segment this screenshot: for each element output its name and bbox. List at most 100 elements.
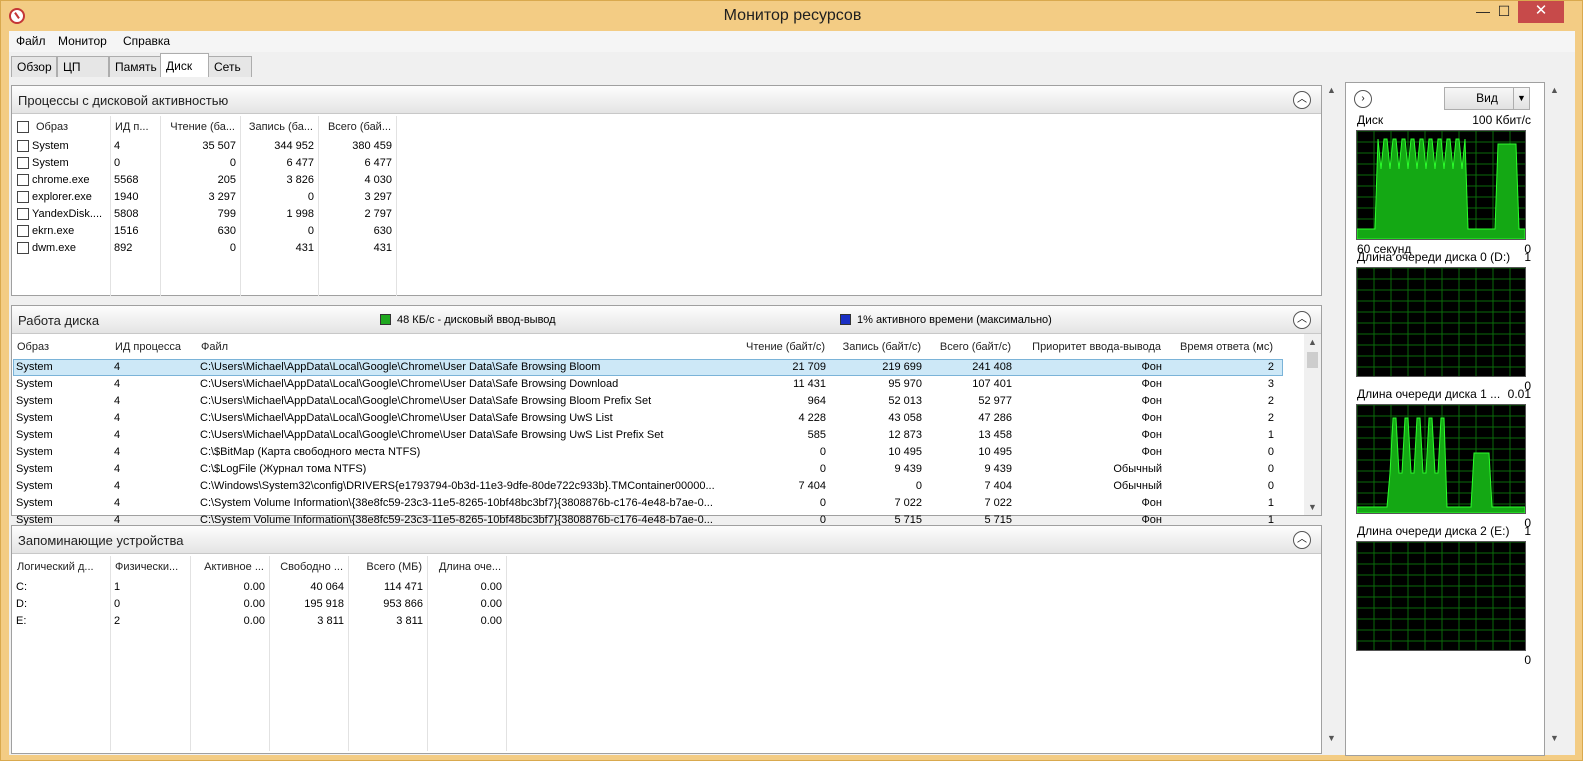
table-cell: Фон xyxy=(1141,497,1162,509)
graph-1 xyxy=(1356,267,1526,377)
column-header[interactable]: Активное ... xyxy=(190,556,269,578)
table-cell: 7 404 xyxy=(798,480,826,492)
column-header[interactable]: Всего (МБ) xyxy=(348,556,427,578)
menu-help[interactable]: Справка xyxy=(123,34,170,48)
table-cell: System xyxy=(16,378,53,390)
column-header[interactable]: Физически... xyxy=(110,556,190,578)
column-header[interactable]: Запись (ба... xyxy=(240,116,318,138)
table-cell: 2 xyxy=(1267,361,1274,373)
row-checkbox[interactable] xyxy=(17,157,29,169)
column-header[interactable]: Время ответа (мс) xyxy=(1166,336,1278,358)
collapse-processes-icon[interactable]: ︿ xyxy=(1293,91,1311,109)
table-cell: 241 408 xyxy=(972,361,1012,373)
row-checkbox[interactable] xyxy=(17,242,29,254)
storage-panel-header[interactable]: Запоминающие устройства ︿ xyxy=(12,526,1321,554)
table-cell: 5568 xyxy=(114,174,139,186)
menu-monitor[interactable]: Монитор xyxy=(58,34,107,48)
column-header[interactable]: Чтение (ба... xyxy=(160,116,240,138)
column-header[interactable]: ИД п... xyxy=(110,116,160,138)
column-header[interactable]: Всего (байт/с) xyxy=(926,336,1016,358)
maximize-button[interactable]: ☐ xyxy=(1489,1,1519,23)
table-cell: Фон xyxy=(1141,412,1162,424)
table-cell: 0 xyxy=(229,157,236,169)
column-divider xyxy=(396,116,397,296)
column-header[interactable]: Длина оче... xyxy=(427,556,506,578)
table-cell: 10 495 xyxy=(888,446,922,458)
window-frame: Монитор ресурсов — ☐ ✕ Файл Монитор Спра… xyxy=(0,0,1583,761)
view-dropdown-icon[interactable]: ▼ xyxy=(1513,88,1529,109)
table-cell: 953 866 xyxy=(383,598,423,610)
table-cell: C:\Users\Michael\AppData\Local\Google\Ch… xyxy=(200,429,664,441)
tab-memory[interactable]: Память xyxy=(109,56,161,77)
tab-overview[interactable]: Обзор xyxy=(11,56,57,77)
table-cell: 195 918 xyxy=(304,598,344,610)
column-header[interactable]: Свободно ... xyxy=(269,556,348,578)
column-header[interactable]: Всего (бай... xyxy=(318,116,396,138)
select-all-checkbox[interactable] xyxy=(17,121,29,133)
table-cell: 380 459 xyxy=(352,140,392,152)
table-cell: 344 952 xyxy=(274,140,314,152)
column-header[interactable]: ИД процесса xyxy=(110,336,196,358)
column-header[interactable]: Приоритет ввода-вывода xyxy=(1016,336,1166,358)
table-cell: 4 xyxy=(114,497,121,509)
graph-grid xyxy=(1356,541,1525,650)
table-cell: 0.00 xyxy=(243,615,265,627)
collapse-graphs-icon[interactable]: › xyxy=(1354,90,1372,108)
main-scroll-down-icon[interactable]: ▼ xyxy=(1323,730,1340,746)
disk-activity-panel-title: Работа диска xyxy=(18,313,100,328)
row-checkbox[interactable] xyxy=(17,174,29,186)
column-header[interactable]: Файл xyxy=(196,336,736,358)
graph-label: Длина очереди диска 1 ... xyxy=(1357,387,1501,401)
disk-activity-panel-header[interactable]: Работа диска 48 КБ/с - дисковый ввод-выв… xyxy=(12,306,1321,334)
table-cell: 0 xyxy=(819,497,826,509)
collapse-storage-icon[interactable]: ︿ xyxy=(1293,531,1311,549)
graph-min-value: 0 xyxy=(1524,653,1531,667)
table-cell: 4 xyxy=(114,446,121,458)
scroll-down-icon[interactable]: ▼ xyxy=(1304,499,1321,515)
scroll-up-icon[interactable]: ▲ xyxy=(1304,334,1321,350)
table-cell: 0.00 xyxy=(480,581,502,593)
table-cell: 3 297 xyxy=(208,191,236,203)
row-checkbox[interactable] xyxy=(17,191,29,203)
graph-scroll-down-icon[interactable]: ▼ xyxy=(1546,730,1563,746)
table-cell: 3 297 xyxy=(364,191,392,203)
table-cell: 9 439 xyxy=(984,463,1012,475)
scrollbar-thumb[interactable] xyxy=(1307,352,1318,368)
graph-scroll-up-icon[interactable]: ▲ xyxy=(1546,82,1563,98)
menu-file[interactable]: Файл xyxy=(16,34,46,48)
table-cell: 4 228 xyxy=(798,412,826,424)
column-header[interactable]: Чтение (байт/с) xyxy=(736,336,830,358)
table-cell: 4 xyxy=(114,429,121,441)
table-cell: 0 xyxy=(114,598,121,610)
table-cell: 0 xyxy=(1267,446,1274,458)
graph-3 xyxy=(1356,541,1526,651)
column-header[interactable]: Образ xyxy=(12,336,110,358)
table-cell: 2 xyxy=(1267,412,1274,424)
row-checkbox[interactable] xyxy=(17,225,29,237)
active-time-legend-swatch xyxy=(840,314,851,325)
row-checkbox[interactable] xyxy=(17,140,29,152)
row-checkbox[interactable] xyxy=(17,208,29,220)
graph-pane-scrollbar[interactable]: ▲ ▼ xyxy=(1546,82,1563,746)
tab-disk[interactable]: Диск xyxy=(160,53,209,77)
column-header[interactable]: Запись (байт/с) xyxy=(830,336,926,358)
table-cell: 0.00 xyxy=(480,615,502,627)
processes-panel-header[interactable]: Процессы с дисковой активностью ︿ xyxy=(12,86,1321,114)
close-button[interactable]: ✕ xyxy=(1518,1,1564,23)
table-cell: System xyxy=(16,395,53,407)
table-cell: 95 970 xyxy=(888,378,922,390)
table-cell: 2 797 xyxy=(364,208,392,220)
table-cell: 219 699 xyxy=(882,361,922,373)
tab-network[interactable]: Сеть xyxy=(208,56,252,77)
disk-activity-scrollbar[interactable]: ▲ ▼ xyxy=(1304,334,1321,515)
collapse-disk-activity-icon[interactable]: ︿ xyxy=(1293,311,1311,329)
tab-cpu[interactable]: ЦП xyxy=(57,56,109,77)
table-cell: 1516 xyxy=(114,225,139,237)
main-scroll-up-icon[interactable]: ▲ xyxy=(1323,82,1340,98)
main-scrollbar[interactable]: ▲ ▼ xyxy=(1323,82,1340,746)
table-cell: 7 404 xyxy=(984,480,1012,492)
table-cell: C:\$BitMap (Карта свободного места NTFS) xyxy=(200,446,421,458)
table-cell: 630 xyxy=(373,225,392,237)
table-cell: 3 xyxy=(1267,378,1274,390)
column-header[interactable]: Логический д... xyxy=(12,556,110,578)
